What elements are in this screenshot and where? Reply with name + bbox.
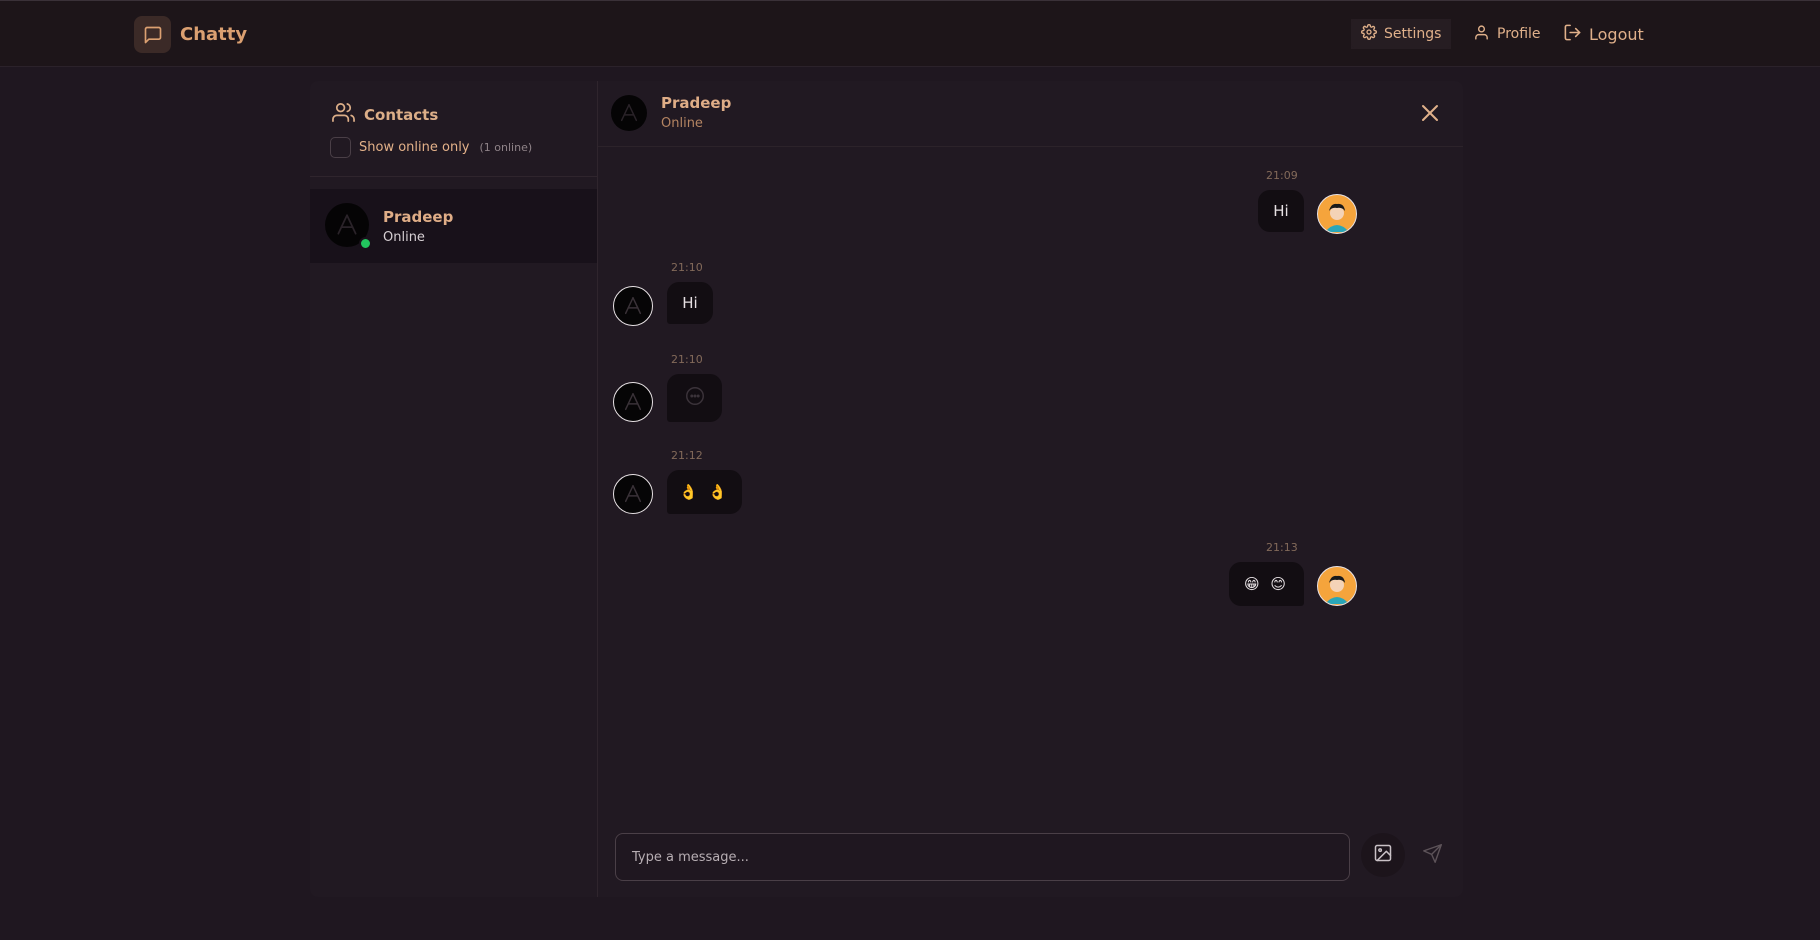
message-bubble: Hi	[667, 282, 713, 324]
profile-label: Profile	[1497, 26, 1541, 42]
users-icon	[332, 101, 355, 128]
chat-contact-status: Online	[661, 116, 703, 131]
logout-button[interactable]: Logout	[1553, 19, 1654, 49]
message-time: 21:10	[671, 261, 703, 274]
message-bubble	[667, 374, 722, 422]
online-indicator	[359, 237, 372, 250]
online-filter: Show online only (1 online)	[330, 137, 532, 158]
contact-name: Pradeep	[383, 208, 454, 226]
chat-container: Contacts Show online only (1 online) Pra…	[310, 81, 1463, 897]
message-time: 21:09	[1266, 169, 1298, 182]
avatar	[613, 382, 653, 422]
message-bubble: Hi	[1258, 190, 1304, 232]
app-name: Chatty	[180, 24, 248, 45]
chat-contact-name: Pradeep	[661, 94, 732, 112]
chat-bubble-icon	[684, 385, 706, 411]
top-navbar: Chatty Settings Profile Logout	[0, 0, 1820, 67]
avatar	[613, 474, 653, 514]
contacts-title: Contacts	[364, 105, 439, 124]
attach-image-button[interactable]	[1361, 833, 1405, 877]
avatar	[611, 95, 647, 131]
avatar	[1317, 194, 1357, 234]
message-square-icon	[134, 16, 171, 53]
contacts-sidebar: Contacts Show online only (1 online) Pra…	[310, 81, 598, 897]
chat-header: Pradeep Online	[598, 81, 1463, 147]
online-count: (1 online)	[479, 141, 533, 154]
settings-label: Settings	[1384, 26, 1442, 42]
sidebar-divider	[310, 176, 598, 177]
show-online-checkbox[interactable]	[330, 137, 351, 158]
chat-window: Pradeep Online 21:09 Hi 21:10 Hi 21:10 2…	[598, 81, 1463, 897]
gear-icon	[1361, 24, 1377, 44]
message-bubble: 😁 😊	[1229, 562, 1304, 606]
message-time: 21:13	[1266, 541, 1298, 554]
avatar	[1317, 566, 1357, 606]
settings-button[interactable]: Settings	[1351, 19, 1452, 49]
logout-icon	[1563, 23, 1582, 46]
message-bubble: 👌 👌	[667, 470, 742, 514]
message-input[interactable]: Type a message...	[615, 833, 1350, 881]
avatar	[613, 286, 653, 326]
brand-link[interactable]: Chatty	[134, 16, 247, 53]
contacts-header: Contacts	[332, 101, 438, 128]
message-time: 21:12	[671, 449, 703, 462]
image-icon	[1373, 843, 1393, 867]
contact-status: Online	[383, 230, 425, 245]
logout-label: Logout	[1589, 24, 1644, 44]
user-icon	[1473, 24, 1490, 45]
send-button[interactable]	[1410, 833, 1454, 877]
close-icon	[1418, 105, 1442, 129]
message-input-placeholder: Type a message...	[632, 849, 749, 865]
show-online-label[interactable]: Show online only	[359, 140, 470, 155]
message-time: 21:10	[671, 353, 703, 366]
send-icon	[1422, 843, 1443, 868]
close-chat-button[interactable]	[1418, 101, 1442, 125]
contact-item[interactable]: Pradeep Online	[310, 189, 597, 263]
profile-button[interactable]: Profile	[1463, 19, 1551, 49]
